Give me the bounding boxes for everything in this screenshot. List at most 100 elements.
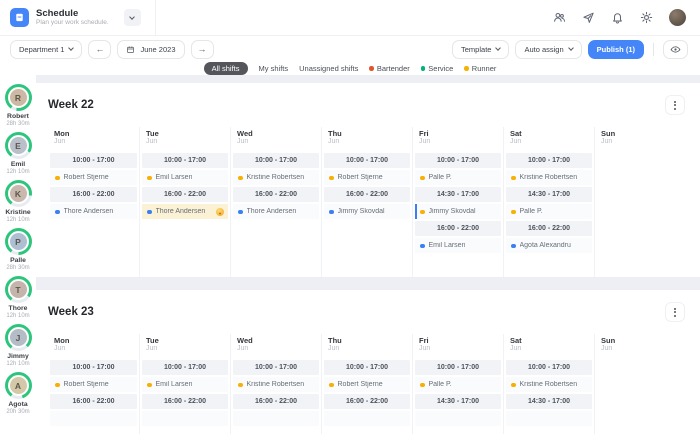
shift-person-cell[interactable] bbox=[506, 411, 592, 427]
settings-button[interactable] bbox=[640, 11, 653, 24]
shift-person-cell[interactable]: Robert Stjerne bbox=[324, 170, 410, 186]
shift-time-cell[interactable]: 10:00 - 17:00 bbox=[506, 153, 592, 169]
profile-avatar[interactable] bbox=[669, 9, 686, 26]
shift-time-cell[interactable]: 10:00 - 17:00 bbox=[415, 360, 501, 376]
tab-my-shifts[interactable]: My shifts bbox=[259, 64, 289, 73]
tab-all-shifts[interactable]: All shifts bbox=[203, 62, 248, 75]
shift-time-cell[interactable]: 14:30 - 17:00 bbox=[506, 394, 592, 410]
publish-button[interactable]: Publish (1) bbox=[587, 39, 644, 59]
shift-time-cell[interactable]: 16:00 - 22:00 bbox=[506, 221, 592, 237]
shift-time-cell[interactable]: 16:00 - 22:00 bbox=[233, 187, 319, 203]
shift-person-cell[interactable]: Emil Larsen bbox=[415, 238, 501, 254]
tab-unassigned-shifts[interactable]: Unassigned shifts bbox=[299, 64, 358, 73]
employee-item[interactable]: E Emil 12h 10m bbox=[4, 132, 32, 175]
day-name: Sun bbox=[601, 336, 616, 345]
share-button[interactable] bbox=[582, 11, 595, 24]
shift-person-cell[interactable]: Kristine Robertsen bbox=[506, 170, 592, 186]
shift-time-cell[interactable]: 16:00 - 22:00 bbox=[142, 394, 228, 410]
shift-person-cell[interactable]: Emil Larsen bbox=[142, 170, 228, 186]
shift-time-cell[interactable]: 14:30 - 17:00 bbox=[506, 187, 592, 203]
shift-person-cell[interactable]: Jimmy Skovdal bbox=[415, 204, 501, 220]
notifications-button[interactable] bbox=[611, 11, 624, 24]
month-picker[interactable]: June 2023 bbox=[117, 39, 185, 59]
month-label: June 2023 bbox=[140, 44, 176, 54]
next-period-button[interactable]: → bbox=[190, 39, 214, 59]
week-menu-button[interactable] bbox=[665, 302, 685, 322]
day-column-sat: Sat Jun 10:00 - 17:00 Kristine Robertsen 14:… bbox=[503, 334, 594, 434]
preview-button[interactable] bbox=[663, 39, 688, 59]
schedule-toolbar: Department 1 ← June 2023 → Template Auto… bbox=[0, 36, 700, 62]
shift-time-cell[interactable]: 10:00 - 17:00 bbox=[50, 153, 137, 169]
shift-person-cell[interactable] bbox=[233, 411, 319, 427]
calendar-icon bbox=[127, 46, 135, 53]
shift-person-name: Thore Andersen bbox=[155, 208, 206, 216]
shift-time-cell[interactable]: 16:00 - 22:00 bbox=[142, 187, 228, 203]
shift-time-cell[interactable]: 16:00 - 22:00 bbox=[50, 187, 137, 203]
prev-period-button[interactable]: ← bbox=[88, 39, 112, 59]
shift-person-cell[interactable]: Robert Stjerne bbox=[324, 377, 410, 393]
role-dot bbox=[55, 175, 60, 181]
shift-person-cell[interactable]: Robert Stjerne bbox=[50, 377, 137, 393]
shift-person-cell[interactable] bbox=[50, 411, 137, 427]
shift-time-cell[interactable]: 16:00 - 22:00 bbox=[324, 394, 410, 410]
shift-person-name: Kristine Robertsen bbox=[246, 174, 305, 182]
shift-person-name: Palle P. bbox=[519, 208, 543, 216]
shift-time-cell[interactable]: 10:00 - 17:00 bbox=[142, 360, 228, 376]
weeks-container: Week 22 Mon Jun 10:00 - 17:00 Robert Stjerne… bbox=[36, 75, 700, 434]
week-menu-button[interactable] bbox=[665, 95, 685, 115]
shift-person-cell[interactable] bbox=[415, 411, 501, 427]
shift-person-cell[interactable] bbox=[324, 411, 410, 427]
shift-time-cell[interactable]: 10:00 - 17:00 bbox=[233, 360, 319, 376]
employee-item[interactable]: J Jimmy 12h 10m bbox=[4, 324, 32, 367]
department-select[interactable]: Department 1 bbox=[10, 39, 83, 59]
shift-time-cell[interactable]: 10:00 - 17:00 bbox=[50, 360, 137, 376]
shift-person-cell[interactable] bbox=[142, 411, 228, 427]
employee-item[interactable]: R Robert 28h 30m bbox=[4, 84, 32, 127]
shift-person-cell[interactable]: Palle P. bbox=[415, 377, 501, 393]
shift-time-cell[interactable]: 10:00 - 17:00 bbox=[324, 360, 410, 376]
shift-person-cell[interactable]: Jimmy Skovdal bbox=[324, 204, 410, 220]
day-header: Sat Jun bbox=[506, 334, 592, 360]
employee-item[interactable]: T Thore 12h 10m bbox=[4, 276, 32, 319]
shift-time-cell[interactable]: 10:00 - 17:00 bbox=[324, 153, 410, 169]
employee-hours: 28h 30m bbox=[6, 265, 30, 271]
shift-person-cell[interactable]: Emil Larsen bbox=[142, 377, 228, 393]
legend-label: Bartender bbox=[376, 64, 410, 73]
shift-person-cell[interactable]: Kristine Robertsen bbox=[233, 377, 319, 393]
shift-person-cell[interactable]: Thore Andersen bbox=[50, 204, 137, 220]
employee-item[interactable]: P Palle 28h 30m bbox=[4, 228, 32, 271]
app-switcher-button[interactable] bbox=[123, 9, 141, 26]
shift-person-cell[interactable]: Robert Stjerne bbox=[50, 170, 137, 186]
auto-assign-label: Auto assign bbox=[524, 44, 564, 54]
shift-person-cell[interactable]: Thore Andersen bbox=[233, 204, 319, 220]
shift-time-cell[interactable]: 10:00 - 17:00 bbox=[233, 153, 319, 169]
kebab-dot-icon bbox=[674, 107, 676, 110]
team-button[interactable] bbox=[553, 11, 566, 24]
shift-person-cell[interactable]: Palle P. bbox=[415, 170, 501, 186]
day-name: Sun bbox=[601, 129, 616, 138]
shift-time-cell[interactable]: 16:00 - 22:00 bbox=[50, 394, 137, 410]
shift-person-name: Kristine Robertsen bbox=[246, 381, 305, 389]
day-month: Jun bbox=[601, 138, 613, 145]
shift-time-cell[interactable]: 16:00 - 22:00 bbox=[415, 221, 501, 237]
employee-item[interactable]: A Agota 20h 30m bbox=[4, 372, 32, 415]
app-subtitle: Plan your work schedule. bbox=[36, 19, 109, 27]
shift-person-cell[interactable]: Thore Andersen bbox=[142, 204, 228, 220]
shift-person-cell[interactable]: Agota Alexandru bbox=[506, 238, 592, 254]
shift-time-cell[interactable]: 10:00 - 17:00 bbox=[506, 360, 592, 376]
shift-time-cell[interactable]: 10:00 - 17:00 bbox=[415, 153, 501, 169]
shift-time-cell[interactable]: 16:00 - 22:00 bbox=[233, 394, 319, 410]
role-dot bbox=[511, 382, 516, 388]
shift-time-cell[interactable]: 10:00 - 17:00 bbox=[142, 153, 228, 169]
employee-item[interactable]: K Kristine 12h 10m bbox=[4, 180, 32, 223]
shift-time-cell[interactable]: 14:30 - 17:00 bbox=[415, 187, 501, 203]
shift-time-cell[interactable]: 14:30 - 17:00 bbox=[415, 394, 501, 410]
shift-person-cell[interactable]: Kristine Robertsen bbox=[233, 170, 319, 186]
shift-person-cell[interactable]: Palle P. bbox=[506, 204, 592, 220]
shift-time-cell[interactable]: 16:00 - 22:00 bbox=[324, 187, 410, 203]
shift-person-cell[interactable]: Kristine Robertsen bbox=[506, 377, 592, 393]
chevron-down-icon bbox=[129, 13, 135, 20]
auto-assign-select[interactable]: Auto assign bbox=[515, 39, 582, 59]
shift-person-name: Agota Alexandru bbox=[519, 242, 571, 250]
template-select[interactable]: Template bbox=[452, 39, 510, 59]
